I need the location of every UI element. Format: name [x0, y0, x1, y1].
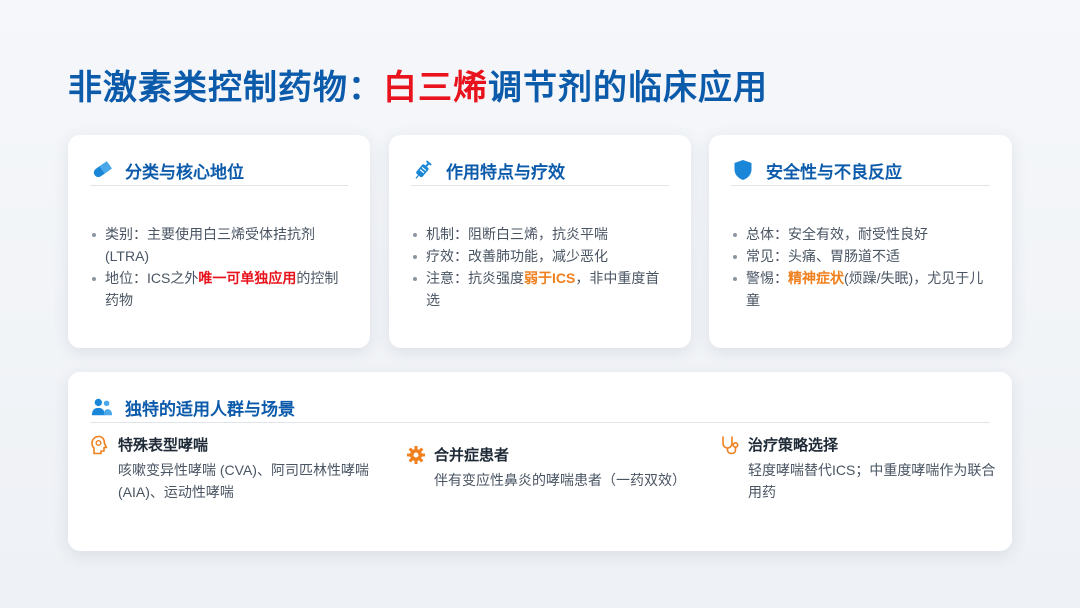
- card-safety: 安全性与不良反应 总体：安全有效，耐受性良好 常见：头痛、胃肠道不适 警惕：精神症状…: [709, 135, 1012, 348]
- scenario-desc: 咳嗽变异性哮喘 (CVA)、阿司匹林性哮喘 (AIA)、运动性哮喘: [118, 462, 369, 500]
- card-heading: 作用特点与疗效: [446, 162, 565, 182]
- card-header: 分类与核心地位: [90, 155, 348, 186]
- bullet-item: 常见：头痛、胃肠道不适: [731, 245, 994, 267]
- gear-icon: [406, 445, 426, 465]
- bullet-text: 疗效：改善肺功能，减少恶化: [426, 248, 608, 264]
- head-brain-icon: [90, 435, 110, 455]
- bullet-text: 地位：ICS之外: [105, 270, 199, 286]
- bullet-item: 地位：ICS之外唯一可单独应用的控制药物: [90, 267, 352, 311]
- card-scenarios: 独特的适用人群与场景 特殊表型哮喘 咳嗽变异性哮喘 (CVA)、阿司匹林性哮喘 …: [68, 372, 1012, 551]
- stethoscope-icon: [720, 435, 740, 455]
- bullet-text: 常见：头痛、胃肠道不适: [746, 248, 900, 264]
- shield-icon: [732, 159, 754, 181]
- scenario-strategy: 治疗策略选择 轻度哮喘替代ICS；中重度哮喘作为联合用药: [720, 434, 1000, 503]
- scenario-special-phenotype: 特殊表型哮喘 咳嗽变异性哮喘 (CVA)、阿司匹林性哮喘 (AIA)、运动性哮喘: [90, 434, 390, 503]
- people-icon: [91, 396, 113, 418]
- bullet-list: 类别：主要使用白三烯受体拮抗剂 (LTRA) 地位：ICS之外唯一可单独应用的控制…: [90, 223, 352, 311]
- scenario-desc: 伴有变应性鼻炎的哮喘患者（一药双效）: [434, 472, 686, 488]
- bullet-list: 总体：安全有效，耐受性良好 常见：头痛、胃肠道不适警惕：精神症状(烦躁/失眠)，尤…: [731, 223, 994, 311]
- bullet-text: 注意：抗炎强度: [426, 270, 524, 286]
- bullet-text: 类别：主要使用白三烯受体拮抗剂 (LTRA): [105, 226, 315, 264]
- bullet-item: 疗效：改善肺功能，减少恶化: [411, 245, 673, 267]
- page-title: 非激素类控制药物：白三烯调节剂的临床应用: [68, 66, 768, 110]
- card-effects: 作用特点与疗效 机制：阻断白三烯，抗炎平喘 疗效：改善肺功能，减少恶化 注意：抗炎强…: [389, 135, 691, 348]
- bullet-text: 机制：阻断白三烯，抗炎平喘: [426, 226, 608, 242]
- bullet-item: 总体：安全有效，耐受性良好: [731, 223, 994, 245]
- bullet-item: 注意：抗炎强度弱于ICS，非中重度首选: [411, 267, 673, 311]
- bullet-text: 总体：安全有效，耐受性良好: [746, 226, 928, 242]
- title-prefix: 非激素类控制药物：: [68, 69, 383, 107]
- card-header: 作用特点与疗效: [411, 155, 669, 186]
- highlight-text: 弱于ICS: [524, 270, 576, 286]
- bullet-item: 类别：主要使用白三烯受体拮抗剂 (LTRA): [90, 223, 352, 267]
- highlight-text: 唯一可单独应用: [198, 270, 297, 286]
- card-heading: 独特的适用人群与场景: [125, 399, 295, 419]
- bullet-item: 机制：阻断白三烯，抗炎平喘: [411, 223, 673, 245]
- title-highlight: 白三烯: [383, 69, 488, 107]
- title-suffix: 调节剂的临床应用: [488, 69, 768, 107]
- bullet-list: 机制：阻断白三烯，抗炎平喘 疗效：改善肺功能，减少恶化注意：抗炎强度弱于ICS，非…: [411, 223, 673, 311]
- syringe-icon: [412, 159, 434, 181]
- pill-icon: [91, 159, 113, 181]
- scenario-title: 特殊表型哮喘: [118, 437, 209, 454]
- bullet-text: 警惕：: [746, 270, 788, 286]
- scenario-desc: 轻度哮喘替代ICS；中重度哮喘作为联合用药: [748, 462, 996, 500]
- scenario-comorbidity: 合并症患者 伴有变应性鼻炎的哮喘患者（一药双效）: [406, 444, 706, 491]
- scenario-title: 合并症患者: [434, 447, 510, 464]
- card-header: 安全性与不良反应: [731, 155, 990, 186]
- bullet-item: 警惕：精神症状(烦躁/失眠)，尤见于儿童: [731, 267, 994, 311]
- card-classification: 分类与核心地位 类别：主要使用白三烯受体拮抗剂 (LTRA) 地位：ICS之外唯一…: [68, 135, 370, 348]
- scenario-title: 治疗策略选择: [748, 437, 839, 454]
- card-header: 独特的适用人群与场景: [90, 392, 990, 423]
- card-heading: 安全性与不良反应: [766, 162, 902, 182]
- highlight-text: 精神症状: [788, 270, 844, 286]
- card-heading: 分类与核心地位: [125, 162, 244, 182]
